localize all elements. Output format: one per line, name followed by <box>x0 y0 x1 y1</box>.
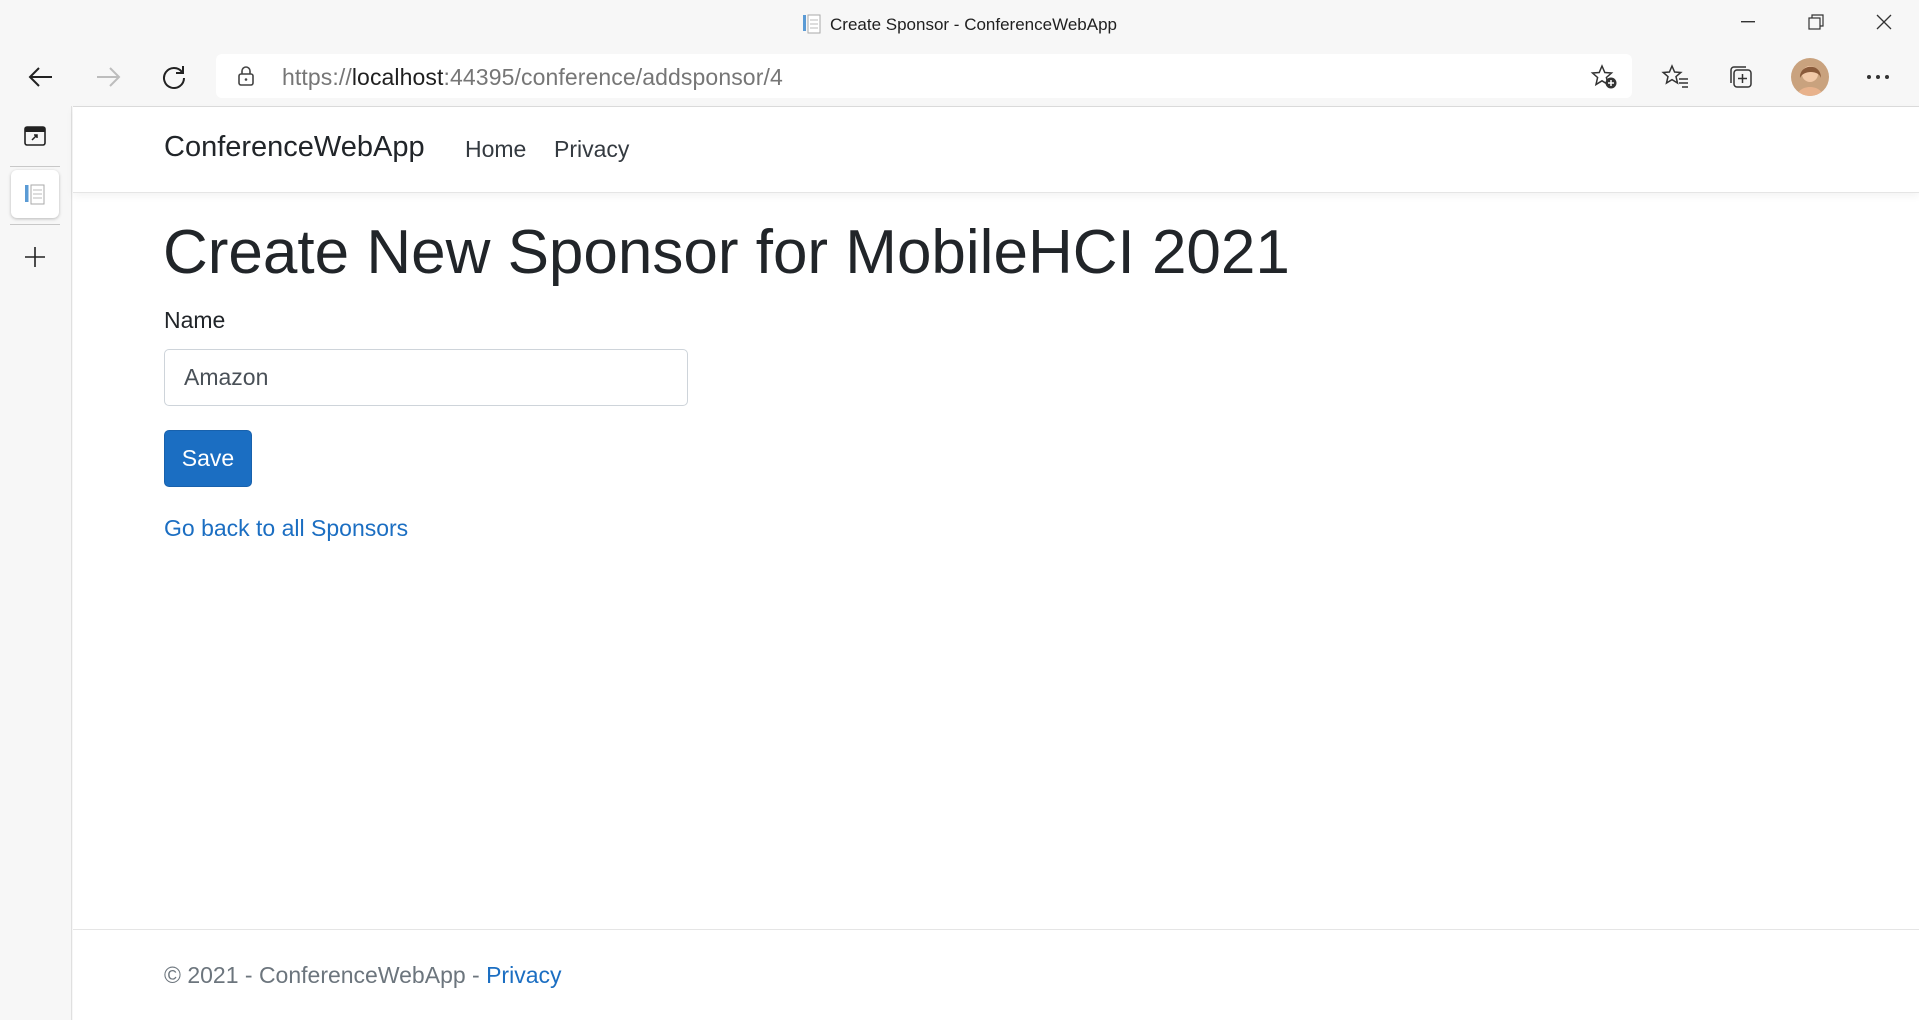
name-label: Name <box>164 307 226 333</box>
browser-toolbar: https://localhost:44395/conference/addsp… <box>0 48 1919 106</box>
footer-text: © 2021 - ConferenceWebApp - Privacy <box>164 962 562 989</box>
page-viewport: ConferenceWebApp Home Privacy Create New… <box>73 106 1919 1020</box>
address-bar[interactable]: https://localhost:44395/conference/addsp… <box>216 54 1632 98</box>
page-favicon-icon <box>802 13 822 35</box>
window-title-bar: Create Sponsor - ConferenceWebApp <box>0 0 1919 48</box>
url-text[interactable]: https://localhost:44395/conference/addsp… <box>282 64 783 91</box>
new-tab-button[interactable] <box>11 233 59 281</box>
plus-icon <box>25 247 45 267</box>
profile-avatar[interactable] <box>1791 58 1829 96</box>
site-navbar: ConferenceWebApp Home Privacy <box>73 107 1919 193</box>
strip-divider <box>10 166 60 167</box>
tab-actions-button[interactable] <box>11 112 59 160</box>
add-favorite-icon[interactable] <box>1590 64 1618 95</box>
refresh-button[interactable] <box>153 56 195 98</box>
site-brand-link[interactable]: ConferenceWebApp <box>164 131 425 164</box>
refresh-icon <box>163 66 185 89</box>
footer-privacy-link[interactable]: Privacy <box>486 962 561 988</box>
window-title-text: Create Sponsor - ConferenceWebApp <box>830 15 1117 34</box>
arrow-right-icon <box>97 67 121 87</box>
nav-link-privacy[interactable]: Privacy <box>554 136 629 163</box>
url-path: :44395/conference/addsponsor/4 <box>443 64 783 90</box>
page-title: Create New Sponsor for MobileHCI 2021 <box>163 218 1290 287</box>
url-host: localhost <box>351 64 444 90</box>
save-button[interactable]: Save <box>164 430 252 487</box>
restore-icon <box>1808 14 1824 30</box>
page-favicon-icon <box>25 184 45 205</box>
nav-link-home[interactable]: Home <box>465 136 526 163</box>
minimize-icon <box>1741 21 1755 23</box>
more-icon <box>1867 75 1889 79</box>
settings-more-button[interactable] <box>1857 56 1899 98</box>
lock-icon[interactable] <box>236 65 256 92</box>
close-window-button[interactable] <box>1850 0 1918 44</box>
strip-divider <box>10 224 60 225</box>
collections-button[interactable] <box>1720 56 1762 98</box>
window-title: Create Sponsor - ConferenceWebApp <box>0 13 1919 35</box>
vertical-tabs-strip <box>0 106 72 1020</box>
back-button[interactable] <box>20 56 62 98</box>
tab-actions-icon <box>24 126 46 146</box>
arrow-left-icon <box>28 67 52 87</box>
sponsor-name-input[interactable] <box>164 349 688 406</box>
favorites-button[interactable] <box>1654 56 1696 98</box>
collections-icon <box>1730 66 1752 88</box>
favorites-icon <box>1661 64 1688 88</box>
back-to-sponsors-link[interactable]: Go back to all Sponsors <box>164 515 408 542</box>
forward-button[interactable] <box>87 56 129 98</box>
site-footer: © 2021 - ConferenceWebApp - Privacy <box>73 929 1919 1020</box>
restore-button[interactable] <box>1782 0 1850 44</box>
url-scheme: https:// <box>282 64 352 90</box>
footer-copyright: © 2021 - ConferenceWebApp - <box>164 962 487 988</box>
vertical-tab-create-sponsor[interactable] <box>11 170 59 218</box>
close-icon <box>1876 14 1892 30</box>
minimize-button[interactable] <box>1714 0 1782 44</box>
